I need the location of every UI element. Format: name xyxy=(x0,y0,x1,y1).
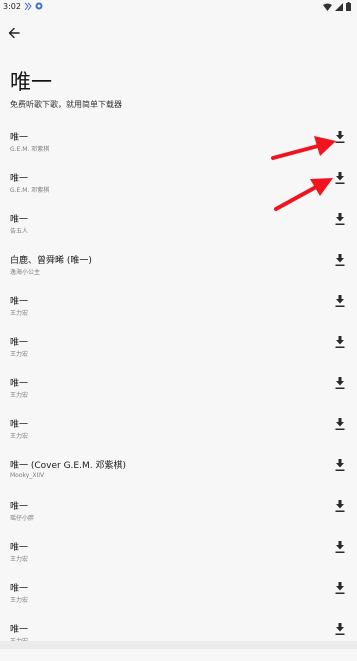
status-bar: 3:02 xyxy=(0,0,357,14)
song-title: 唯一 xyxy=(10,338,29,348)
song-artist: G.E.M. 邓紫棋 xyxy=(10,146,50,153)
download-icon[interactable] xyxy=(335,418,345,430)
song-artist: 逸海小公主 xyxy=(10,269,41,276)
song-row[interactable]: 唯一王力宏 xyxy=(0,415,357,456)
battery-icon xyxy=(346,2,351,11)
download-icon[interactable] xyxy=(335,295,345,307)
download-icon[interactable] xyxy=(335,213,345,225)
download-icon[interactable] xyxy=(335,459,345,471)
download-icon[interactable] xyxy=(335,582,345,594)
song-title: 唯一 xyxy=(10,297,29,307)
song-title: 白鹿、曾舜晞 (唯一) xyxy=(10,256,92,266)
download-icon[interactable] xyxy=(335,254,345,266)
download-icon[interactable] xyxy=(335,623,345,635)
song-artist: 告五人 xyxy=(10,228,29,235)
red-arrow-icon xyxy=(271,136,336,160)
arrow-left-icon[interactable] xyxy=(7,26,21,40)
red-arrow-icon xyxy=(274,178,333,211)
page-title: 唯一 xyxy=(10,70,52,94)
signal-icon xyxy=(335,2,343,11)
song-title: 唯一 xyxy=(10,215,29,225)
song-title: 唯一 xyxy=(10,420,29,430)
song-artist: G.E.M. 邓紫棋 xyxy=(10,187,50,194)
song-title: 唯一 (Cover G.E.M. 邓紫棋) xyxy=(10,461,126,471)
song-title: 唯一 xyxy=(10,584,29,594)
song-title: 唯一 xyxy=(10,174,29,184)
download-icon[interactable] xyxy=(335,500,345,512)
song-row[interactable]: 唯一王力宏 xyxy=(0,579,357,620)
download-icon[interactable] xyxy=(335,377,345,389)
song-artist: Mooky_XIIV xyxy=(10,472,45,479)
page-subtitle: 免费听歌下歌，就用简单下载器 xyxy=(10,100,122,109)
song-title: 唯一 xyxy=(10,502,29,512)
song-title: 唯一 xyxy=(10,133,29,143)
status-time: 3:02 xyxy=(3,2,21,11)
song-title: 唯一 xyxy=(10,379,29,389)
app-notification-icon xyxy=(35,2,43,10)
song-row[interactable]: 唯一王力宏 xyxy=(0,374,357,415)
song-row[interactable]: 唯一王力宏 xyxy=(0,538,357,579)
song-row[interactable]: 唯一王力宏 xyxy=(0,333,357,374)
download-icon[interactable] xyxy=(335,541,345,553)
download-icon[interactable] xyxy=(335,172,345,184)
download-icon[interactable] xyxy=(335,336,345,348)
wifi-icon xyxy=(323,3,332,11)
notification-icon xyxy=(24,2,32,11)
song-artist: 瑶仔小胖 xyxy=(10,515,35,522)
song-title: 唯一 xyxy=(10,625,29,635)
song-row[interactable]: 白鹿、曾舜晞 (唯一) 逸海小公主 xyxy=(0,251,357,292)
song-artist: 王力宏 xyxy=(10,351,29,358)
song-artist: 王力宏 xyxy=(10,310,29,317)
song-artist: 王力宏 xyxy=(10,392,29,399)
song-artist: 王力宏 xyxy=(10,597,29,604)
song-artist: 王力宏 xyxy=(10,556,29,563)
song-row[interactable]: 唯一 瑶仔小胖 xyxy=(0,497,357,538)
navigation-bar xyxy=(0,641,357,649)
song-title: 唯一 xyxy=(10,543,29,553)
song-row[interactable]: 唯一王力宏 xyxy=(0,292,357,333)
song-row[interactable]: 唯一 告五人 xyxy=(0,210,357,251)
song-row[interactable]: 唯一 (Cover G.E.M. 邓紫棋) Mooky_XIIV xyxy=(0,456,357,497)
song-artist: 王力宏 xyxy=(10,433,29,440)
